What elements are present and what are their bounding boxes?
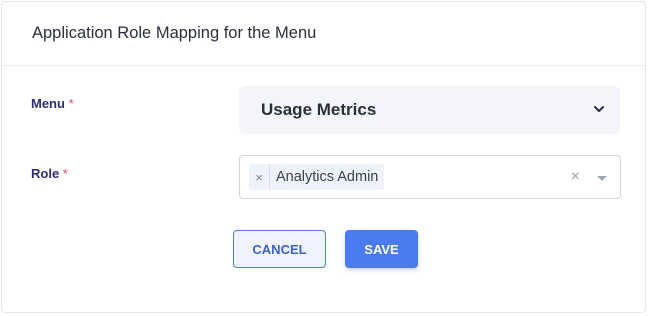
dialog-title: Application Role Mapping for the Menu	[32, 24, 317, 42]
menu-field-label: Menu *	[31, 96, 74, 111]
dialog-header: Application Role Mapping for the Menu	[2, 2, 645, 66]
tag-remove-icon[interactable]: ×	[249, 164, 270, 190]
menu-selected-value: Usage Metrics	[261, 100, 377, 119]
role-label-text: Role	[31, 166, 60, 181]
role-tag: × Analytics Admin	[249, 164, 385, 190]
caret-down-icon[interactable]	[597, 176, 607, 181]
menu-required-marker: *	[68, 96, 74, 111]
cancel-button[interactable]: CANCEL	[233, 230, 326, 268]
role-required-marker: *	[62, 166, 68, 181]
menu-select[interactable]: Usage Metrics	[239, 86, 620, 134]
role-field-label: Role *	[31, 166, 68, 181]
clear-all-icon[interactable]: ×	[571, 167, 580, 187]
save-button[interactable]: SAVE	[345, 230, 418, 268]
role-multiselect[interactable]: × Analytics Admin ×	[239, 155, 621, 199]
chevron-down-icon[interactable]	[592, 102, 606, 116]
role-tag-label: Analytics Admin	[276, 169, 379, 185]
menu-label-text: Menu	[31, 96, 65, 111]
